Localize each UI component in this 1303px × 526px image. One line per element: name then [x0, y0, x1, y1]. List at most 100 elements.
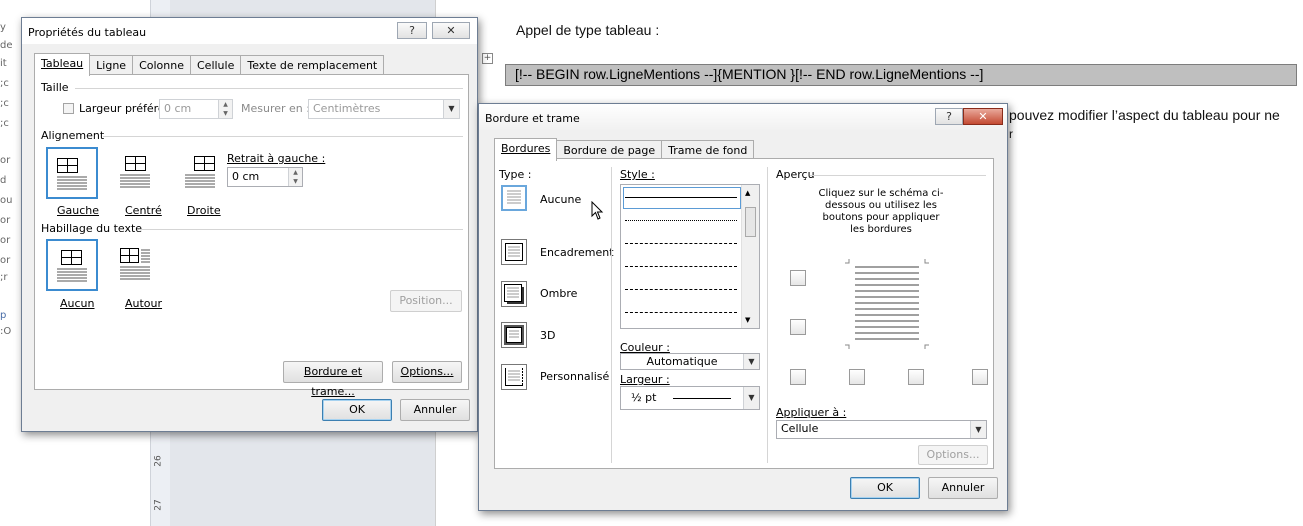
scroll-thumb[interactable] — [745, 207, 756, 237]
align-center-option[interactable] — [111, 147, 163, 199]
tab-ligne[interactable]: Ligne — [89, 55, 134, 76]
pane-fragment: :O — [0, 326, 12, 337]
border-preview-diagram[interactable] — [835, 255, 939, 353]
code-line: [!-- BEGIN row.LigneMentions --]{MENTION… — [515, 66, 984, 82]
pane-fragment: d — [0, 175, 7, 186]
tab-strip: Tableau Ligne Colonne Cellule Texte de r… — [34, 53, 385, 76]
scroll-up-icon[interactable]: ▲ — [745, 189, 750, 197]
tableau-tab-panel: Taille Largeur préférée : 0 cm ▲ ▼ Mesure… — [34, 74, 469, 398]
style-scrollbar[interactable]: ▲ ▼ — [741, 185, 759, 328]
divider — [75, 88, 463, 89]
type-none-label: Aucune — [540, 193, 582, 206]
style-solid[interactable] — [625, 197, 737, 199]
type-none-option[interactable] — [501, 185, 527, 211]
tab-colonne[interactable]: Colonne — [132, 55, 191, 76]
type-3d-option[interactable] — [501, 322, 527, 348]
pane-fragment: p — [0, 310, 7, 321]
wrap-none-label: Aucun — [60, 297, 95, 310]
style-dotted[interactable] — [625, 220, 737, 222]
close-button[interactable]: ✕ — [432, 22, 470, 39]
pane-fragment: ;c — [0, 78, 9, 89]
pane-fragment: de — [0, 40, 13, 51]
align-center-label: Centré — [125, 204, 162, 217]
borders-shading-dialog: Bordure et trame ? ✕ Bordures Bordure de… — [478, 103, 1008, 511]
tab-tableau[interactable]: Tableau — [34, 53, 91, 76]
width-sample-line — [673, 398, 731, 399]
spinner-arrows-icon[interactable]: ▲ ▼ — [288, 168, 302, 186]
style-dash-dot-dot[interactable] — [625, 312, 737, 314]
apply-to-select[interactable]: Cellule ▼ — [776, 420, 987, 439]
width-select[interactable]: ½ pt ▼ — [620, 386, 760, 410]
type-shadow-icon — [504, 284, 524, 304]
options-button[interactable]: Options... — [918, 445, 988, 465]
measure-in-select[interactable]: Centimètres ▼ — [308, 99, 460, 119]
close-button[interactable]: ✕ — [963, 108, 1003, 125]
ok-button[interactable]: OK — [322, 399, 392, 421]
mouse-cursor-icon — [591, 201, 604, 220]
options-button[interactable]: Options... — [392, 361, 462, 383]
style-dashed[interactable] — [625, 266, 737, 268]
align-left-icon — [57, 158, 87, 190]
help-button[interactable]: ? — [935, 108, 963, 125]
help-button[interactable]: ? — [397, 22, 427, 39]
scroll-down-icon[interactable]: ▼ — [745, 316, 750, 324]
type-box-option[interactable] — [501, 239, 527, 265]
wrap-around-icon — [120, 248, 150, 280]
cancel-button[interactable]: Annuler — [928, 477, 998, 499]
style-list[interactable]: ▲ ▼ — [620, 184, 760, 329]
right-border-button[interactable] — [908, 369, 924, 385]
pane-fragment: ;r — [0, 272, 8, 283]
style-dashed-small[interactable] — [625, 243, 737, 245]
type-shadow-label: Ombre — [540, 287, 578, 300]
indent-field[interactable]: 0 cm ▲ ▼ — [227, 167, 303, 187]
tab-cellule[interactable]: Cellule — [190, 55, 242, 76]
type-shadow-option[interactable] — [501, 281, 527, 307]
tab-bordures[interactable]: Bordures — [494, 138, 558, 161]
wrap-none-option[interactable] — [46, 239, 98, 291]
wrap-around-option[interactable] — [111, 239, 163, 291]
preferred-width-checkbox[interactable] — [63, 103, 74, 114]
pane-fragment: ;c — [0, 98, 9, 109]
chevron-down-icon[interactable]: ▼ — [970, 421, 986, 438]
bordures-tab-panel: Type : Aucune Encadrement Ombre 3D Perso… — [494, 158, 994, 469]
borders-and-shading-button[interactable]: Bordure et trame... — [283, 361, 383, 398]
apply-to-label: Appliquer à : — [776, 406, 847, 419]
align-right-option[interactable] — [176, 147, 228, 199]
table-move-handle-icon[interactable]: + — [482, 53, 493, 64]
diagonal-up-border-button[interactable] — [790, 369, 806, 385]
wrap-around-label: Autour — [125, 297, 163, 310]
inside-horizontal-border-button[interactable] — [790, 319, 806, 335]
indent-label: Retrait à gauche : — [227, 152, 326, 165]
style-label: Style : — [620, 168, 655, 181]
measure-in-label: Mesurer en : — [241, 102, 310, 115]
divider — [767, 167, 768, 463]
tab-texte-remplacement[interactable]: Texte de remplacement — [240, 55, 385, 76]
divider — [103, 136, 463, 137]
left-border-button[interactable] — [849, 369, 865, 385]
diagonal-down-border-button[interactable] — [972, 369, 988, 385]
pane-fragment: it — [0, 58, 7, 69]
spinner-arrows-icon[interactable]: ▲ ▼ — [218, 100, 232, 118]
width-label: Largeur : — [620, 373, 670, 386]
align-left-option[interactable] — [46, 147, 98, 199]
cancel-button[interactable]: Annuler — [400, 399, 470, 421]
type-custom-option[interactable] — [501, 364, 527, 390]
pane-fragment: or — [0, 235, 11, 246]
preview-label: Aperçu — [776, 168, 815, 181]
ruler-number: 26 — [153, 455, 164, 467]
style-dash-dot[interactable] — [625, 289, 737, 291]
align-right-icon — [185, 156, 215, 188]
table-properties-dialog: Propriétés du tableau ? ✕ Tableau Ligne … — [21, 17, 478, 432]
chevron-down-icon[interactable]: ▼ — [743, 387, 759, 409]
type-custom-icon — [505, 368, 523, 386]
top-border-button[interactable] — [790, 270, 806, 286]
chevron-down-icon[interactable]: ▼ — [743, 354, 759, 369]
chevron-down-icon[interactable]: ▼ — [443, 100, 459, 118]
ruler-number: 27 — [153, 499, 164, 511]
position-button[interactable]: Position... — [390, 290, 462, 312]
preferred-width-field[interactable]: 0 cm ▲ ▼ — [159, 99, 233, 119]
color-select[interactable]: Automatique ▼ — [620, 353, 760, 370]
title-bar: Propriétés du tableau ? ✕ — [22, 18, 477, 44]
ok-button[interactable]: OK — [850, 477, 920, 499]
preview-hint: Cliquez sur le schéma ci-dessous ou util… — [818, 188, 944, 235]
